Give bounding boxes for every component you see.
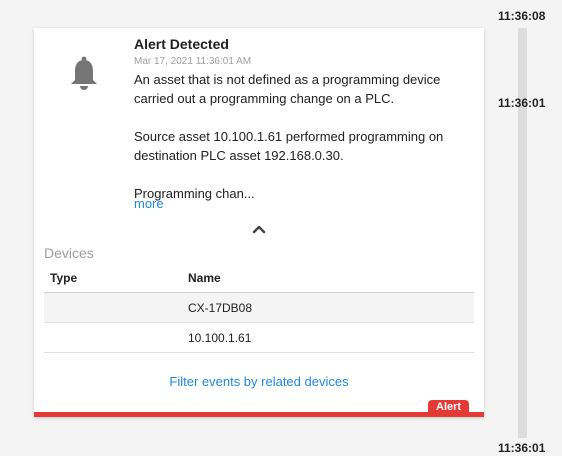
alert-severity-bar bbox=[34, 412, 484, 417]
table-row[interactable]: CX-17DB08 bbox=[44, 293, 474, 323]
more-link[interactable]: more bbox=[134, 196, 164, 211]
devices-section-title: Devices bbox=[44, 245, 94, 261]
filter-events-link[interactable]: Filter events by related devices bbox=[34, 374, 484, 389]
bell-icon bbox=[68, 56, 100, 92]
column-header-type: Type bbox=[50, 271, 78, 285]
event-title: Alert Detected bbox=[134, 36, 229, 52]
event-message: An asset that is not defined as a progra… bbox=[134, 72, 444, 201]
timeline-rail bbox=[518, 28, 527, 438]
table-row[interactable]: 10.100.1.61 bbox=[44, 323, 474, 353]
timeline-timestamp: 11:36:08 bbox=[498, 9, 546, 23]
timeline-timestamp: 11:36:01 bbox=[498, 96, 546, 110]
column-header-name: Name bbox=[188, 271, 221, 285]
device-name-cell: 10.100.1.61 bbox=[188, 331, 252, 345]
device-name-cell: CX-17DB08 bbox=[188, 301, 253, 315]
collapse-button[interactable] bbox=[245, 215, 273, 243]
chevron-up-icon bbox=[252, 225, 266, 234]
event-date: Mar 17, 2021 11:36:01 AM bbox=[134, 56, 252, 67]
timeline-timestamp: 11:36:01 bbox=[498, 441, 546, 455]
event-card: Alert Detected Mar 17, 2021 11:36:01 AM … bbox=[34, 28, 484, 417]
